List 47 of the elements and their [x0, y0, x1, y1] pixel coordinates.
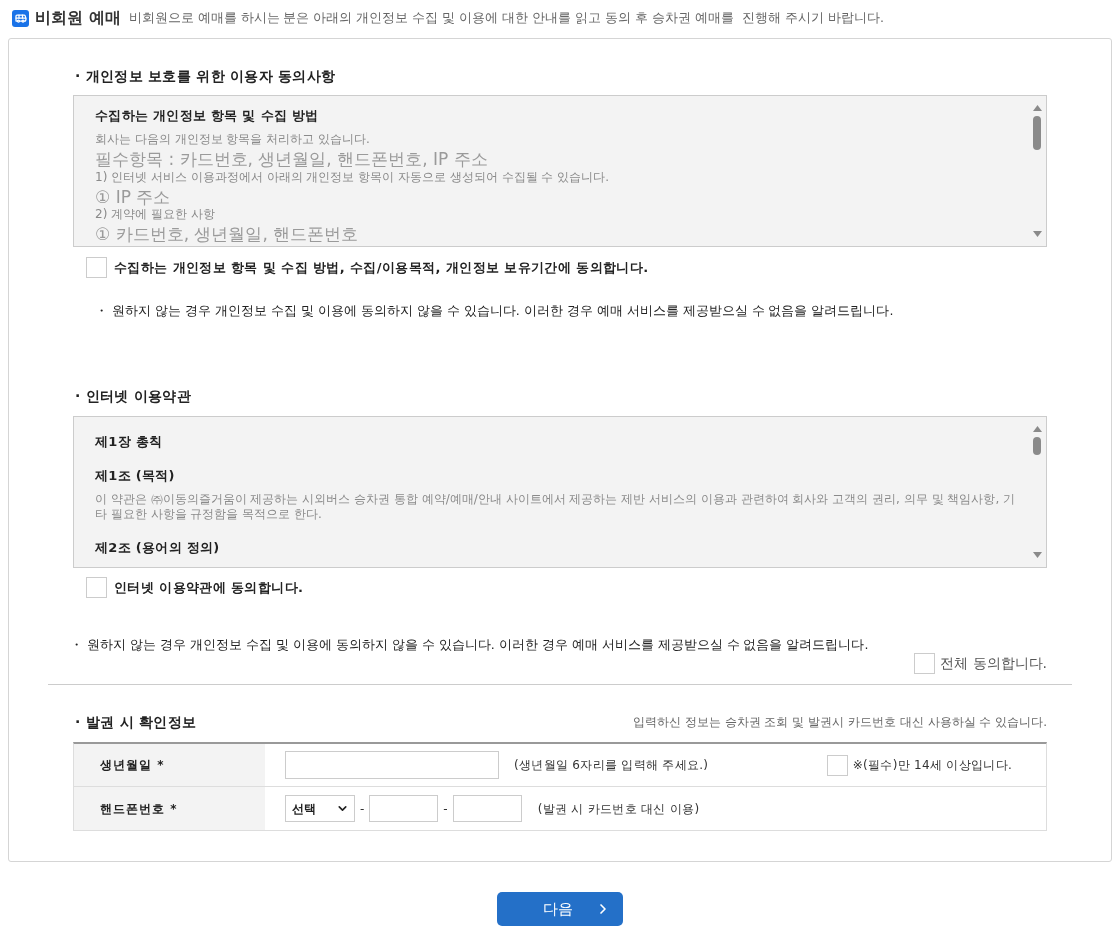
terms-heading: 제2조 (용어의 정의)	[95, 540, 221, 556]
terms-highlight-text: ① 카드번호, 생년월일, 핸드폰번호	[95, 224, 360, 244]
row-label-cell: 생년월일 *	[74, 744, 265, 786]
terms-heading: 수집하는 개인정보 항목 및 수집 방법	[95, 108, 320, 124]
scroll-down-icon[interactable]	[1032, 552, 1042, 558]
page-description: 비회원으로 예매를 하시는 분은 아래의 개인정보 수집 및 이용에 대한 안내를 읽고 동의 후 승차권 예매를 진행해 주시기 바랍니다.	[128, 8, 885, 27]
notice-text: ・ 원하지 않는 경우 개인정보 수집 및 이용에 동의하지 않을 수 있습니다. 이러한 경우 예매 서비스를 제공받으실 수 없음을 알려드립니다.	[95, 302, 895, 320]
section-title: · 개인정보 보호를 위한 이용자 동의사항	[74, 67, 337, 85]
terms-highlight-text: 필수항목 : 카드번호, 생년월일, 핸드폰번호, IP 주소	[95, 149, 489, 169]
phone-middle-input[interactable]	[369, 795, 439, 822]
field-hint: (발권 시 카드번호 대신 이용)	[537, 800, 700, 818]
separator-text: -	[360, 800, 365, 818]
scroll-up-icon[interactable]	[1032, 105, 1042, 111]
row-label-cell: 핸드폰번호 *	[74, 787, 265, 830]
scrollbar-thumb[interactable]	[1033, 437, 1041, 455]
checkbox-label: ※(필수)만 14세 이상입니다.	[852, 757, 1012, 774]
section-title: · 발권 시 확인정보	[74, 713, 197, 731]
scrollbar-thumb[interactable]	[1033, 116, 1041, 150]
terms-text: 이 약관은 ㈜이동의즐거움이 제공하는 시외버스 승차권 통합 예약/예매/안내 사이트에서 제공하는 제반 서비스의 이용과 관련하여 회사와 고객의 권리, 의무 및 책임사항, 기타 필요한 사항을 규정함을 목적으로 한다.	[95, 492, 1016, 522]
phone-prefix-select[interactable]: 선택	[285, 795, 355, 822]
bus-icon	[12, 9, 29, 27]
terms-text: 2) 계약에 필요한 사항	[95, 207, 216, 222]
terms-scroll-box[interactable]: 수집하는 개인정보 항목 및 수집 방법 회사는 다음의 개인정보 항목을 처리하고 있습니다. 필수항목 : 카드번호, 생년월일, 핸드폰번호, IP 주소 1) 인터넷 서비스 이용과정에서 아래의 개인정보 항목이 자동으로 생성되어 수집될 수 있습니다. ① IP 주소 2) 계약에 필요한 사항 ① 카드번호, 생년월일, 핸드폰번호	[73, 95, 1047, 247]
scroll-down-icon[interactable]	[1032, 231, 1042, 237]
terms-heading: 제1조 (목적)	[95, 468, 176, 484]
field-hint: (생년월일 6자리를 입력해 주세요.)	[514, 757, 709, 774]
terms-scroll-box[interactable]: 제1장 총칙 제1조 (목적) 이 약관은 ㈜이동의즐거움이 제공하는 시외버스 승차권 통합 예약/예매/안내 사이트에서 제공하는 제반 서비스의 이용과 관련하여 회사와 고객의 권리, 의무 및 책임사항, 기타 필요한 사항을 규정함을 목적으로 한다. 제2조 (용어의 정의)	[73, 416, 1047, 568]
agree-checkbox[interactable]	[86, 577, 107, 598]
terms-highlight-text: ① IP 주소	[95, 187, 172, 207]
phone-last-input[interactable]	[452, 795, 522, 822]
scroll-up-icon[interactable]	[1032, 426, 1042, 432]
checkbox-label: 수집하는 개인정보 항목 및 수집 방법, 수집/이용목적, 개인정보 보유기간에 동의합니다.	[114, 258, 649, 277]
terms-heading: 제1장 총칙	[95, 434, 164, 450]
agree-checkbox[interactable]	[86, 257, 107, 278]
checkbox-label: 전체 동의합니다.	[940, 654, 1047, 673]
section-note: 입력하신 정보는 승차권 조회 및 발권시 카드번호 대신 사용하실 수 있습니다.	[633, 714, 1047, 731]
next-button[interactable]: 다음	[497, 892, 623, 926]
birthdate-input[interactable]	[285, 751, 499, 779]
terms-text: 회사는 다음의 개인정보 항목을 처리하고 있습니다.	[95, 132, 371, 147]
notice-text: ・ 원하지 않는 경우 개인정보 수집 및 이용에 동의하지 않을 수 있습니다. 이러한 경우 예매 서비스를 제공받으실 수 없음을 알려드립니다.	[70, 636, 870, 653]
section-title: · 인터넷 이용약관	[74, 387, 193, 405]
age-checkbox[interactable]	[826, 754, 848, 776]
page-title: 비회원 예매	[35, 7, 121, 29]
separator-text: -	[443, 800, 448, 818]
checkbox-label: 인터넷 이용약관에 동의합니다.	[114, 578, 304, 597]
agree-all-checkbox[interactable]	[914, 653, 936, 674]
terms-text: 1) 인터넷 서비스 이용과정에서 아래의 개인정보 항목이 자동으로 생성되어 수집될 수 있습니다.	[95, 170, 611, 185]
